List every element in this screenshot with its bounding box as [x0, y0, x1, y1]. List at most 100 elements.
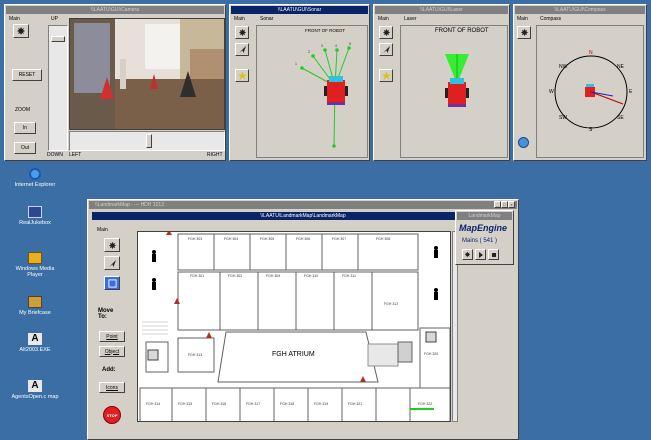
desktop-icon-realjukebox[interactable]: RealJukebox	[10, 206, 60, 226]
maximize-button[interactable]: □	[501, 201, 508, 208]
desktop-icon-label: Internet Explorer	[14, 182, 56, 188]
sonar-panel-label: Sonar	[260, 16, 274, 22]
sonar-display: FRONT OF ROBOT 1 2 3 4 5	[256, 25, 368, 158]
sonar-reading-2: 2	[308, 50, 310, 54]
laser-main-label: Main	[378, 16, 389, 22]
sonar-reading-1: 1	[295, 62, 297, 66]
landmark-pointer-button[interactable]	[104, 256, 120, 270]
map-engine-play-button[interactable]	[475, 249, 486, 260]
landmark-inner-title: \\LAATU\LandmarkMap\LandmarkMap	[92, 212, 514, 220]
move-to-label: Move To:	[98, 308, 114, 320]
tilt-down-label: DOWN	[47, 152, 63, 158]
desktop-icon-alt2003[interactable]: A Alt2003.EXE	[10, 333, 60, 353]
sonar-pointer-button[interactable]	[235, 43, 249, 56]
compass-w: W	[549, 89, 554, 95]
laser-window: \\LAATU\GUI\Laser Main Laser FRONT OF RO…	[373, 4, 510, 161]
camera-title: \\LAATU\GUI\Camera	[6, 6, 224, 14]
media-player-icon	[28, 252, 42, 264]
robot-icon	[445, 78, 469, 107]
landmark-home-button[interactable]	[104, 238, 120, 252]
room-label: FGH 304	[224, 237, 239, 241]
map-engine-brand: MapEngine	[459, 223, 508, 233]
map-engine-stop-button[interactable]	[488, 249, 499, 260]
sonar-star-button[interactable]	[235, 69, 249, 82]
pan-right-label: RIGHT	[207, 152, 223, 158]
compass-title: \\LAATU\GUI\Compass	[515, 6, 645, 14]
room-label: FGH 307	[332, 237, 347, 241]
desktop: { "camera": { "title": "\\\\LAATU\\GUI\\…	[0, 0, 651, 440]
laser-star-button[interactable]	[379, 69, 393, 82]
laser-pointer-button[interactable]	[379, 43, 393, 56]
map-engine-window: LandmarkMap MapEngine Mains ( 541 )	[455, 210, 514, 265]
compass-home-button[interactable]	[517, 26, 531, 39]
zoom-label: ZOOM	[15, 107, 30, 113]
add-label: Add:	[102, 367, 116, 373]
app-a-icon: A	[28, 333, 42, 345]
compass-s: S	[589, 127, 593, 133]
desktop-icon-my-briefcase[interactable]: My Briefcase	[10, 296, 60, 316]
camera-reset-button[interactable]: RESET	[12, 69, 42, 81]
room-label: FGH 322	[418, 402, 433, 406]
desktop-icon-agentsopen[interactable]: A AgentsOpen.c map	[10, 380, 60, 400]
compass-panel-label: Compass	[540, 16, 562, 22]
desktop-icon-label: Windows Media Player	[15, 266, 55, 278]
sonar-home-button[interactable]	[235, 26, 249, 39]
sonar-main-label: Main	[234, 16, 245, 22]
room-label: FGH 315	[178, 402, 193, 406]
sonar-title: \\LAATU\GUI\Sonar	[231, 6, 368, 14]
desktop-icon-label: RealJukebox	[19, 220, 51, 226]
tilt-slider-thumb[interactable]	[51, 36, 65, 42]
move-object-button[interactable]: Object	[99, 346, 125, 357]
compass-display: N NE E SE S SW W NW	[536, 25, 644, 158]
gear-icon	[108, 241, 116, 249]
gear-icon	[382, 28, 390, 37]
room-label: FGH 319	[314, 402, 329, 406]
zoom-out-button[interactable]: Out	[14, 142, 36, 154]
stop-button[interactable]: STOP	[103, 406, 121, 424]
pan-slider[interactable]	[69, 131, 225, 151]
cursor-icon	[382, 45, 390, 54]
map-engine-status: Mains ( 541 )	[462, 238, 498, 244]
cursor-icon	[238, 45, 246, 54]
camera-feed-image	[70, 19, 224, 129]
robot-icon	[324, 76, 348, 105]
camera-home-button[interactable]	[13, 24, 29, 38]
zoom-in-button[interactable]: In	[14, 122, 36, 134]
desktop-icon-label: My Briefcase	[19, 310, 51, 316]
window-icon	[107, 278, 117, 288]
map-engine-home-button[interactable]	[462, 249, 473, 260]
room-label: FGH 312	[384, 302, 399, 306]
desktop-icon-label: Alt2003.EXE	[19, 347, 51, 353]
landmark-outer-title: \\LandmarkMap - --- HDH 1013	[89, 201, 517, 209]
camera-window: \\LAATU\GUI\Camera Main RESET ZOOM In Ou…	[4, 4, 226, 161]
compass-window: \\LAATU\GUI\Compass Main Compass N NE E …	[513, 4, 647, 161]
move-point-button[interactable]: Point	[99, 331, 125, 342]
desktop-icon-internet-explorer[interactable]: Internet Explorer	[10, 168, 60, 188]
desktop-icon-windows-media-player[interactable]: Windows Media Player	[10, 252, 60, 278]
heading-needle	[590, 91, 624, 105]
play-icon	[478, 251, 483, 258]
room-label: FGH 316	[212, 402, 227, 406]
add-icons-button[interactable]: Icons	[99, 382, 125, 393]
globe-icon[interactable]	[518, 137, 529, 148]
compass-n: N	[589, 50, 593, 56]
tilt-slider[interactable]	[48, 25, 68, 151]
laser-plot	[445, 54, 469, 107]
room-label: FGH 303	[188, 237, 203, 241]
close-button[interactable]: ×	[508, 201, 515, 208]
compass-main-label: Main	[517, 16, 528, 22]
landmark-select-button[interactable]	[104, 276, 120, 290]
room-label: FGH 306	[296, 237, 311, 241]
ie-icon	[29, 168, 41, 180]
room-label: FGH 318	[280, 402, 295, 406]
stop-icon	[491, 252, 496, 257]
camera-feed	[69, 18, 225, 130]
room-label: FGH 321	[348, 402, 363, 406]
laser-home-button[interactable]	[379, 26, 393, 39]
sonar-reading-4: 4	[335, 44, 337, 48]
map-engine-title: LandmarkMap	[457, 212, 512, 220]
minimize-button[interactable]: _	[494, 201, 501, 208]
gear-icon	[520, 28, 528, 37]
pan-slider-thumb[interactable]	[146, 134, 152, 148]
sonar-window: \\LAATU\GUI\Sonar Main Sonar FRONT OF RO…	[229, 4, 370, 161]
